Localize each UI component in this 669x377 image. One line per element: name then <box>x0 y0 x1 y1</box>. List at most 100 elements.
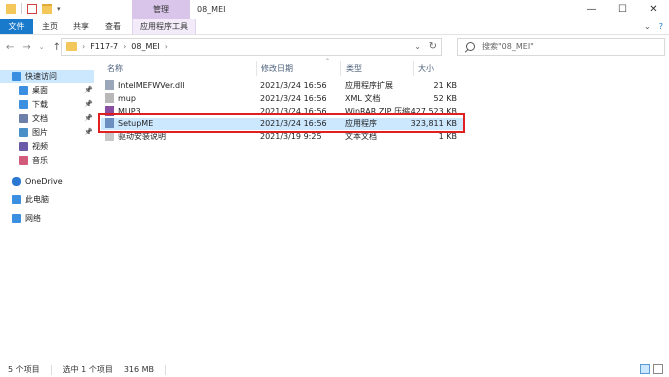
item-count: 5 个项目 <box>8 365 40 374</box>
search-placeholder[interactable]: 搜索"08_MEI" <box>482 39 534 55</box>
properties-icon[interactable] <box>27 3 37 14</box>
breadcrumb-chevron[interactable]: › <box>165 39 168 55</box>
highlight-box <box>98 113 465 133</box>
pin-icon: 📌 <box>84 128 93 136</box>
divider <box>21 3 22 14</box>
document-icon <box>19 114 28 123</box>
file-name: mup <box>118 94 136 103</box>
minimize-button[interactable]: — <box>576 0 607 19</box>
divider <box>340 61 341 76</box>
help-icon[interactable]: ? <box>659 19 663 34</box>
customize-toolbar-icon[interactable]: ▾ <box>57 5 61 13</box>
breadcrumb-chevron[interactable]: › <box>82 39 85 55</box>
sidebar-item-label: 音乐 <box>32 156 48 165</box>
sidebar-item-label: 此电脑 <box>25 195 49 204</box>
breadcrumb-08-mei[interactable]: 08_MEI <box>131 39 160 55</box>
window-controls: — ☐ ✕ <box>576 0 669 19</box>
back-arrow-icon[interactable]: ← <box>6 42 14 53</box>
folder-icon[interactable] <box>6 3 16 14</box>
divider <box>256 61 257 76</box>
breadcrumb-chevron[interactable]: › <box>123 39 126 55</box>
selection-count: 选中 1 个项目 <box>62 365 113 374</box>
file-type: 应用程序扩展 <box>345 81 393 90</box>
folder-icon <box>66 42 77 51</box>
cloud-icon <box>12 177 21 186</box>
view-switcher <box>640 364 663 374</box>
sidebar-item-label: 图片 <box>32 128 48 137</box>
divider <box>50 365 52 375</box>
file-date: 2021/3/24 16:56 <box>260 94 327 103</box>
large-icons-view-icon[interactable] <box>653 364 663 374</box>
breadcrumb: › F117-7 › 08_MEI › <box>82 39 168 55</box>
music-icon <box>19 156 28 165</box>
column-header-date[interactable]: 修改日期 <box>261 63 293 74</box>
file-date: 2021/3/24 16:56 <box>260 81 327 90</box>
maximize-button[interactable]: ☐ <box>607 0 638 19</box>
ribbon-tabs <box>0 19 669 35</box>
sidebar-item-computer[interactable]: 此电脑 <box>0 193 80 206</box>
title-bar <box>0 0 669 19</box>
tab-file[interactable]: 文件 <box>0 19 33 34</box>
selection-size: 316 MB <box>123 365 155 374</box>
column-header-size[interactable]: 大小 <box>418 63 434 74</box>
dll-file-icon <box>105 80 114 90</box>
file-size: 52 KB <box>433 94 457 103</box>
refresh-icon[interactable]: ↻ <box>429 39 437 55</box>
star-icon <box>12 72 21 81</box>
picture-icon <box>19 128 28 137</box>
sidebar-item-star[interactable]: 快速访问 <box>0 70 94 83</box>
search-icon <box>466 42 475 51</box>
xml-file-icon <box>105 93 114 103</box>
computer-icon <box>12 195 21 204</box>
sidebar-item-label: 快速访问 <box>25 72 57 81</box>
tab-app-tools[interactable]: 应用程序工具 <box>132 19 196 34</box>
ribbon-right-controls: ⌄ ? <box>644 19 663 34</box>
quick-access-toolbar: ▾ <box>6 3 61 14</box>
file-row[interactable]: mup 2021/3/24 16:56 XML 文档 52 KB <box>101 93 463 105</box>
sidebar-item-picture[interactable]: 图片 📌 <box>0 126 93 139</box>
sidebar-item-label: 文档 <box>32 114 48 123</box>
sidebar-item-label: 视频 <box>32 142 48 151</box>
status-bar: 5 个项目 选中 1 个项目 316 MB <box>8 365 167 375</box>
file-name: IntelMEFWVer.dll <box>118 81 185 90</box>
breadcrumb-f117-7[interactable]: F117-7 <box>90 39 118 55</box>
sidebar-item-label: 网络 <box>25 214 41 223</box>
tab-view[interactable]: 查看 <box>105 19 121 34</box>
file-type: XML 文档 <box>345 94 381 103</box>
window-title: 08_MEI <box>197 5 226 14</box>
sidebar-item-music[interactable]: 音乐 <box>0 154 80 167</box>
expand-ribbon-icon[interactable]: ⌄ <box>644 19 651 34</box>
sidebar-item-desktop[interactable]: 桌面 📌 <box>0 84 93 97</box>
search-box[interactable]: 搜索"08_MEI" <box>457 38 665 56</box>
details-view-icon[interactable] <box>640 364 650 374</box>
column-header-type[interactable]: 类型 <box>346 63 362 74</box>
file-size: 21 KB <box>433 81 457 90</box>
address-dropdown-icon[interactable]: ⌄ <box>414 39 421 55</box>
divider <box>165 365 167 375</box>
new-folder-icon[interactable] <box>42 3 52 14</box>
up-arrow-icon[interactable]: ↑ <box>53 42 61 53</box>
context-tab-manage[interactable]: 管理 <box>132 0 190 19</box>
sort-chevron-icon: ⌃ <box>325 58 331 65</box>
navigation-buttons: ← → ⌄ ↑ <box>6 40 61 54</box>
tab-home[interactable]: 主页 <box>42 19 58 34</box>
sidebar-item-download[interactable]: 下载 📌 <box>0 98 93 111</box>
sidebar-item-cloud[interactable]: OneDrive <box>0 175 80 188</box>
pin-icon: 📌 <box>84 86 93 94</box>
close-button[interactable]: ✕ <box>638 0 669 19</box>
sidebar-item-video[interactable]: 视频 <box>0 140 80 153</box>
desktop-icon <box>19 86 28 95</box>
pin-icon: 📌 <box>84 100 93 108</box>
download-icon <box>19 100 28 109</box>
sidebar-item-document[interactable]: 文档 📌 <box>0 112 93 125</box>
forward-arrow-icon[interactable]: → <box>22 42 30 53</box>
recent-dropdown-icon[interactable]: ⌄ <box>39 43 45 51</box>
video-icon <box>19 142 28 151</box>
network-icon <box>12 214 21 223</box>
column-header-name[interactable]: 名称 <box>107 63 123 74</box>
sidebar-item-network[interactable]: 网络 <box>0 212 80 225</box>
file-row[interactable]: IntelMEFWVer.dll 2021/3/24 16:56 应用程序扩展 21 … <box>101 80 463 92</box>
tab-share[interactable]: 共享 <box>73 19 89 34</box>
address-bar[interactable]: › F117-7 › 08_MEI › ⌄ ↻ <box>61 38 442 56</box>
sidebar-item-label: OneDrive <box>25 177 63 186</box>
